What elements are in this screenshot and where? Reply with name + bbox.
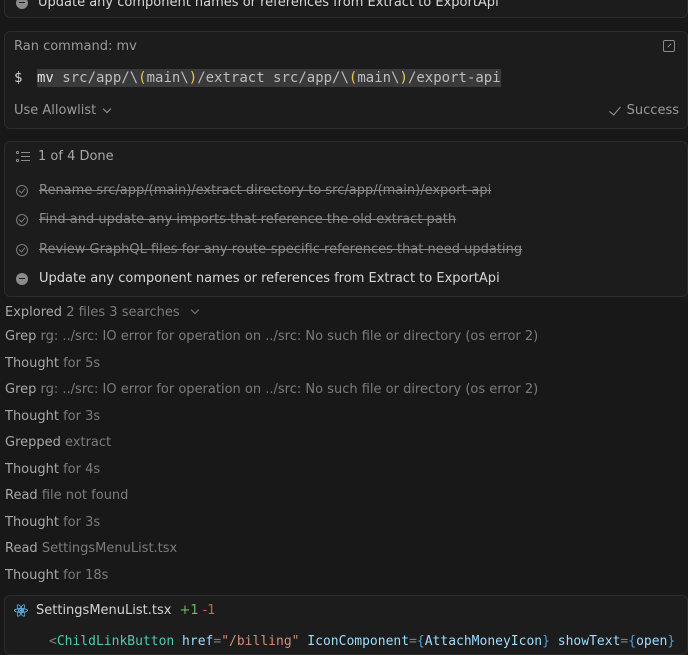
todo-item: Rename src/app/(main)/extract directory … [16,183,491,198]
log-entry[interactable]: Grep rg: ../src: IO error for operation … [5,382,538,397]
log-detail: for 5s [63,356,101,371]
log-detail: for 4s [63,462,101,477]
log-entry[interactable]: Thought for 18s [5,568,108,583]
code-token: IconComponent [299,634,410,649]
log-entry[interactable]: Read file not found [5,488,128,503]
code-token: "/billing" [221,634,300,649]
log-detail: 2 files 3 searches [66,305,180,320]
log-detail: file not found [41,488,129,503]
code-line: <ChildLinkButton href = "/billing" IconCom… [49,634,675,649]
command-header: Ran command: mv [14,39,137,54]
shell-prompt: $ [14,70,23,86]
explored-summary[interactable]: Explored 2 files 3 searches [5,305,200,320]
done-check-icon [16,213,28,226]
file-diff-card: SettingsMenuList.tsx +1 -1 <ChildLinkBut… [4,595,688,655]
code-token: } [542,634,550,649]
log-verb: Thought [5,462,59,477]
command-line[interactable]: $ mv src/app/\(main\)/extract src/app/\(… [14,69,501,87]
checkmark-icon [608,102,621,116]
previous-task-card: Update any component names or references… [4,0,688,18]
code-token: < [49,634,57,649]
cmd-token: ( [138,70,147,86]
command-text[interactable]: mv src/app/\(main\)/extract src/app/\(ma… [37,69,501,87]
log-verb: Grepped [5,435,61,450]
todo-header[interactable]: 1 of 4 Done [16,149,114,164]
open-external-icon[interactable] [663,40,675,52]
log-detail: SettingsMenuList.tsx [41,541,178,556]
status-label: Success [626,103,679,118]
react-file-icon [14,603,28,618]
log-entry[interactable]: Thought for 3s [5,409,100,424]
command-status: Success [608,102,679,118]
code-token: open [636,634,668,649]
log-detail: for 3s [63,409,101,424]
log-entry[interactable]: Thought for 5s [5,356,100,371]
done-check-icon [16,243,28,256]
todo-item-label: Find and update any imports that referen… [39,212,457,227]
log-verb: Read [5,488,38,503]
checklist-icon [16,150,30,163]
code-token: showText [549,634,621,649]
in-progress-icon [16,272,28,285]
code-token: href [174,634,214,649]
todo-card: 1 of 4 Done Rename src/app/(main)/extrac… [4,141,688,297]
cmd-token: mv [37,70,54,86]
log-entry[interactable]: Read SettingsMenuList.tsx [5,541,177,556]
log-entry[interactable]: Thought for 4s [5,462,100,477]
todo-item: Review GraphQL files for any route-speci… [16,242,522,257]
command-card: Ran command: mv $ mv src/app/\(main\)/ex… [4,31,688,129]
log-detail: rg: ../src: IO error for operation on ..… [40,329,539,344]
log-verb: Thought [5,568,59,583]
previous-task-label: Update any component names or references… [38,0,499,10]
log-verb: Thought [5,409,59,424]
log-detail: for 3s [63,515,101,530]
allowlist-label: Use Allowlist [14,103,97,118]
log-verb: Grep [5,382,37,397]
file-diff-header[interactable]: SettingsMenuList.tsx +1 -1 [14,603,216,618]
in-progress-icon [16,0,28,9]
todo-item-label: Rename src/app/(main)/extract directory … [39,183,492,198]
lines-removed: -1 [202,603,216,618]
cmd-token: ) [399,70,408,86]
chevron-down-icon [190,305,200,315]
done-check-icon [16,184,28,197]
log-detail: for 18s [63,568,109,583]
code-token: { [628,634,637,649]
log-entry[interactable]: Grepped extract [5,435,111,450]
log-entry[interactable]: Thought for 3s [5,515,100,530]
code-token: ChildLinkButton [56,634,175,649]
log-verb: Read [5,541,38,556]
todo-item-label: Update any component names or references… [39,271,500,286]
log-detail: rg: ../src: IO error for operation on ..… [40,382,539,397]
todo-progress: 1 of 4 Done [38,149,114,164]
lines-added: +1 [179,603,199,618]
todo-item-label: Review GraphQL files for any route-speci… [39,242,523,257]
file-name[interactable]: SettingsMenuList.tsx [36,603,171,618]
allowlist-dropdown[interactable]: Use Allowlist [14,103,112,118]
cmd-token: main\ [146,70,189,86]
cmd-token: main\ [357,70,400,86]
log-detail: extract [65,435,112,450]
code-token: = [409,634,417,649]
todo-item: Update any component names or references… [16,271,500,286]
code-token: } [667,634,676,649]
previous-task-row: Update any component names or references… [16,0,499,10]
log-entry[interactable]: Grep rg: ../src: IO error for operation … [5,329,538,344]
todo-item: Find and update any imports that referen… [16,212,456,227]
log-verb: Thought [5,356,59,371]
log-verb: Thought [5,515,59,530]
log-verb: Explored [5,305,63,320]
chevron-down-icon [102,104,112,114]
cmd-token: ) [188,70,198,86]
cmd-token: src/app/\ [53,70,139,86]
cmd-token: /export-api [407,70,501,86]
cmd-token: /extract src/app/\ [197,70,349,86]
log-verb: Grep [5,329,37,344]
code-token: { [416,634,425,649]
code-token: AttachMoneyIcon [424,634,543,649]
